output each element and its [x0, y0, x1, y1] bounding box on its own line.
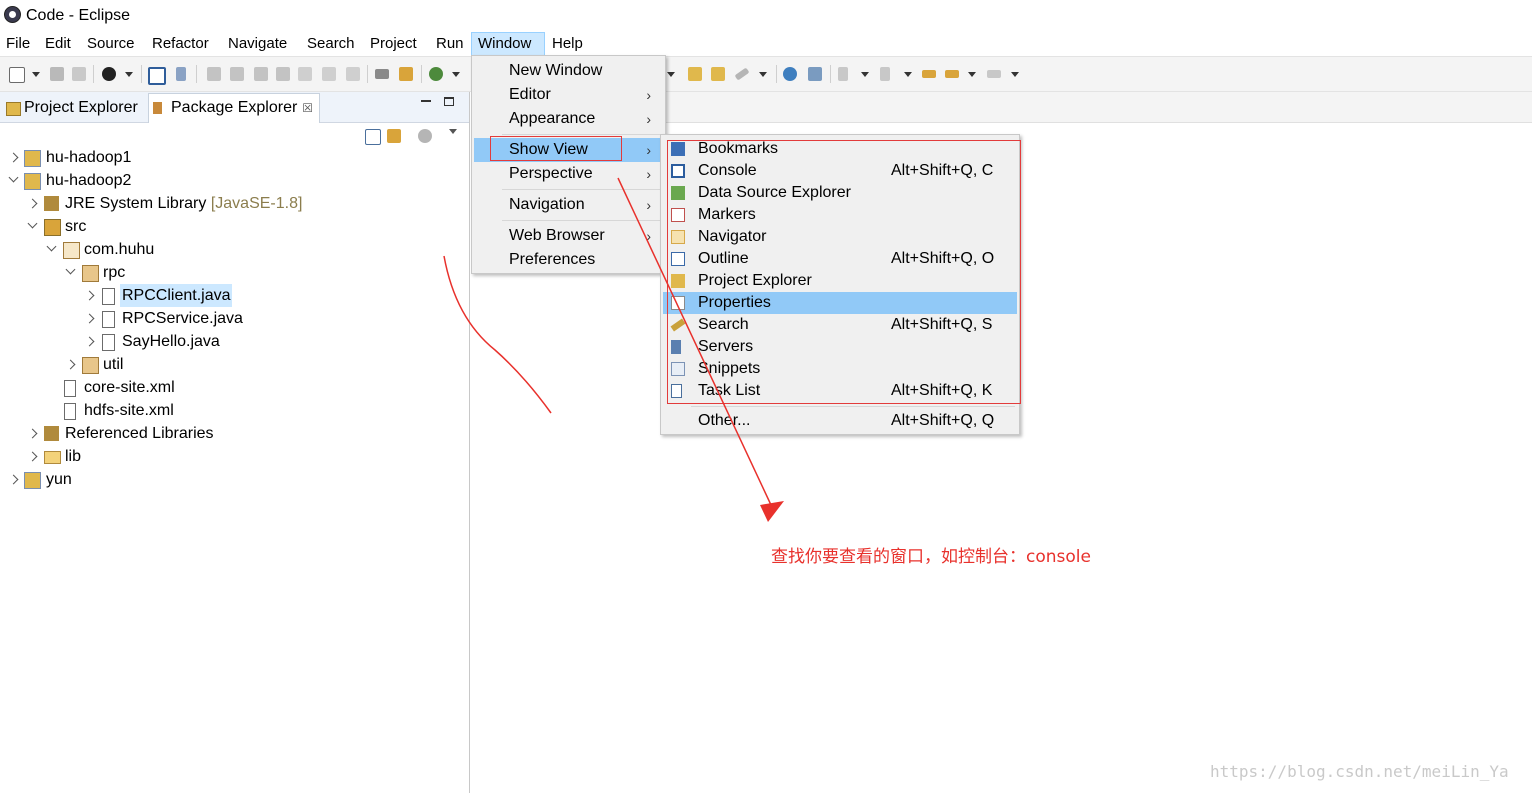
red-curve	[443, 255, 552, 414]
red-arrowhead	[760, 501, 784, 522]
annotation-text: 查找你要查看的窗口，如控制台：console	[771, 547, 1091, 567]
watermark: https://blog.csdn.net/meiLin_Ya	[1210, 762, 1509, 781]
red-arrow-line	[617, 177, 772, 506]
annotation-overlay	[443, 177, 784, 522]
